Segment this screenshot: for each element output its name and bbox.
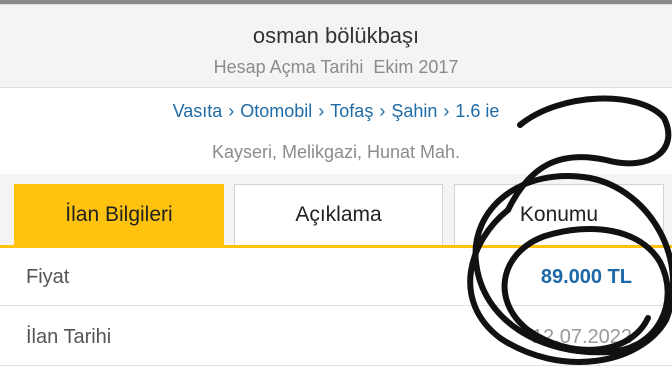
breadcrumb: Vasıta › Otomobil › Tofaş › Şahin › 1.6 ie — [0, 101, 672, 122]
listing-location: Kayseri, Melikgazi, Hunat Mah. — [211, 142, 461, 162]
detail-label: İlan Tarihi — [26, 326, 112, 348]
listing-date-value: 12.07.2022 — [531, 326, 632, 348]
breadcrumb-item-model[interactable]: 1.6 ie — [455, 101, 499, 121]
seller-card: osman bölükbaşı Hesap Açma Tarihi Ekim 2… — [0, 4, 672, 88]
detail-label: Fiyat — [26, 266, 70, 288]
breadcrumb-item-tofas[interactable]: Tofaş — [330, 101, 373, 121]
active-tab-underline — [0, 245, 672, 248]
tab-label: Açıklama — [295, 203, 382, 226]
chevron-right-icon: › — [443, 101, 450, 121]
breadcrumb-item-sahin[interactable]: Şahin — [391, 101, 437, 121]
seller-name[interactable]: osman bölükbaşı — [0, 23, 672, 49]
chevron-right-icon: › — [228, 101, 235, 121]
tab-label: İlan Bilgileri — [65, 203, 173, 226]
tab-ilan-bilgileri[interactable]: İlan Bilgileri — [14, 184, 224, 246]
chevron-right-icon: › — [318, 101, 325, 121]
price-value: 89.000 TL — [540, 266, 632, 288]
chevron-right-icon: › — [379, 101, 386, 121]
detail-row-price: Fiyat 89.000 TL — [0, 250, 672, 306]
breadcrumb-item-vasita[interactable]: Vasıta — [173, 101, 223, 121]
account-open-date: Hesap Açma Tarihi Ekim 2017 — [213, 57, 459, 77]
detail-row-listing-date: İlan Tarihi 12.07.2022 — [0, 310, 672, 366]
tab-label: Konumu — [519, 203, 599, 226]
tab-aciklama[interactable]: Açıklama — [234, 184, 443, 246]
breadcrumb-item-otomobil[interactable]: Otomobil — [240, 101, 312, 121]
tab-konumu[interactable]: Konumu — [454, 184, 664, 246]
